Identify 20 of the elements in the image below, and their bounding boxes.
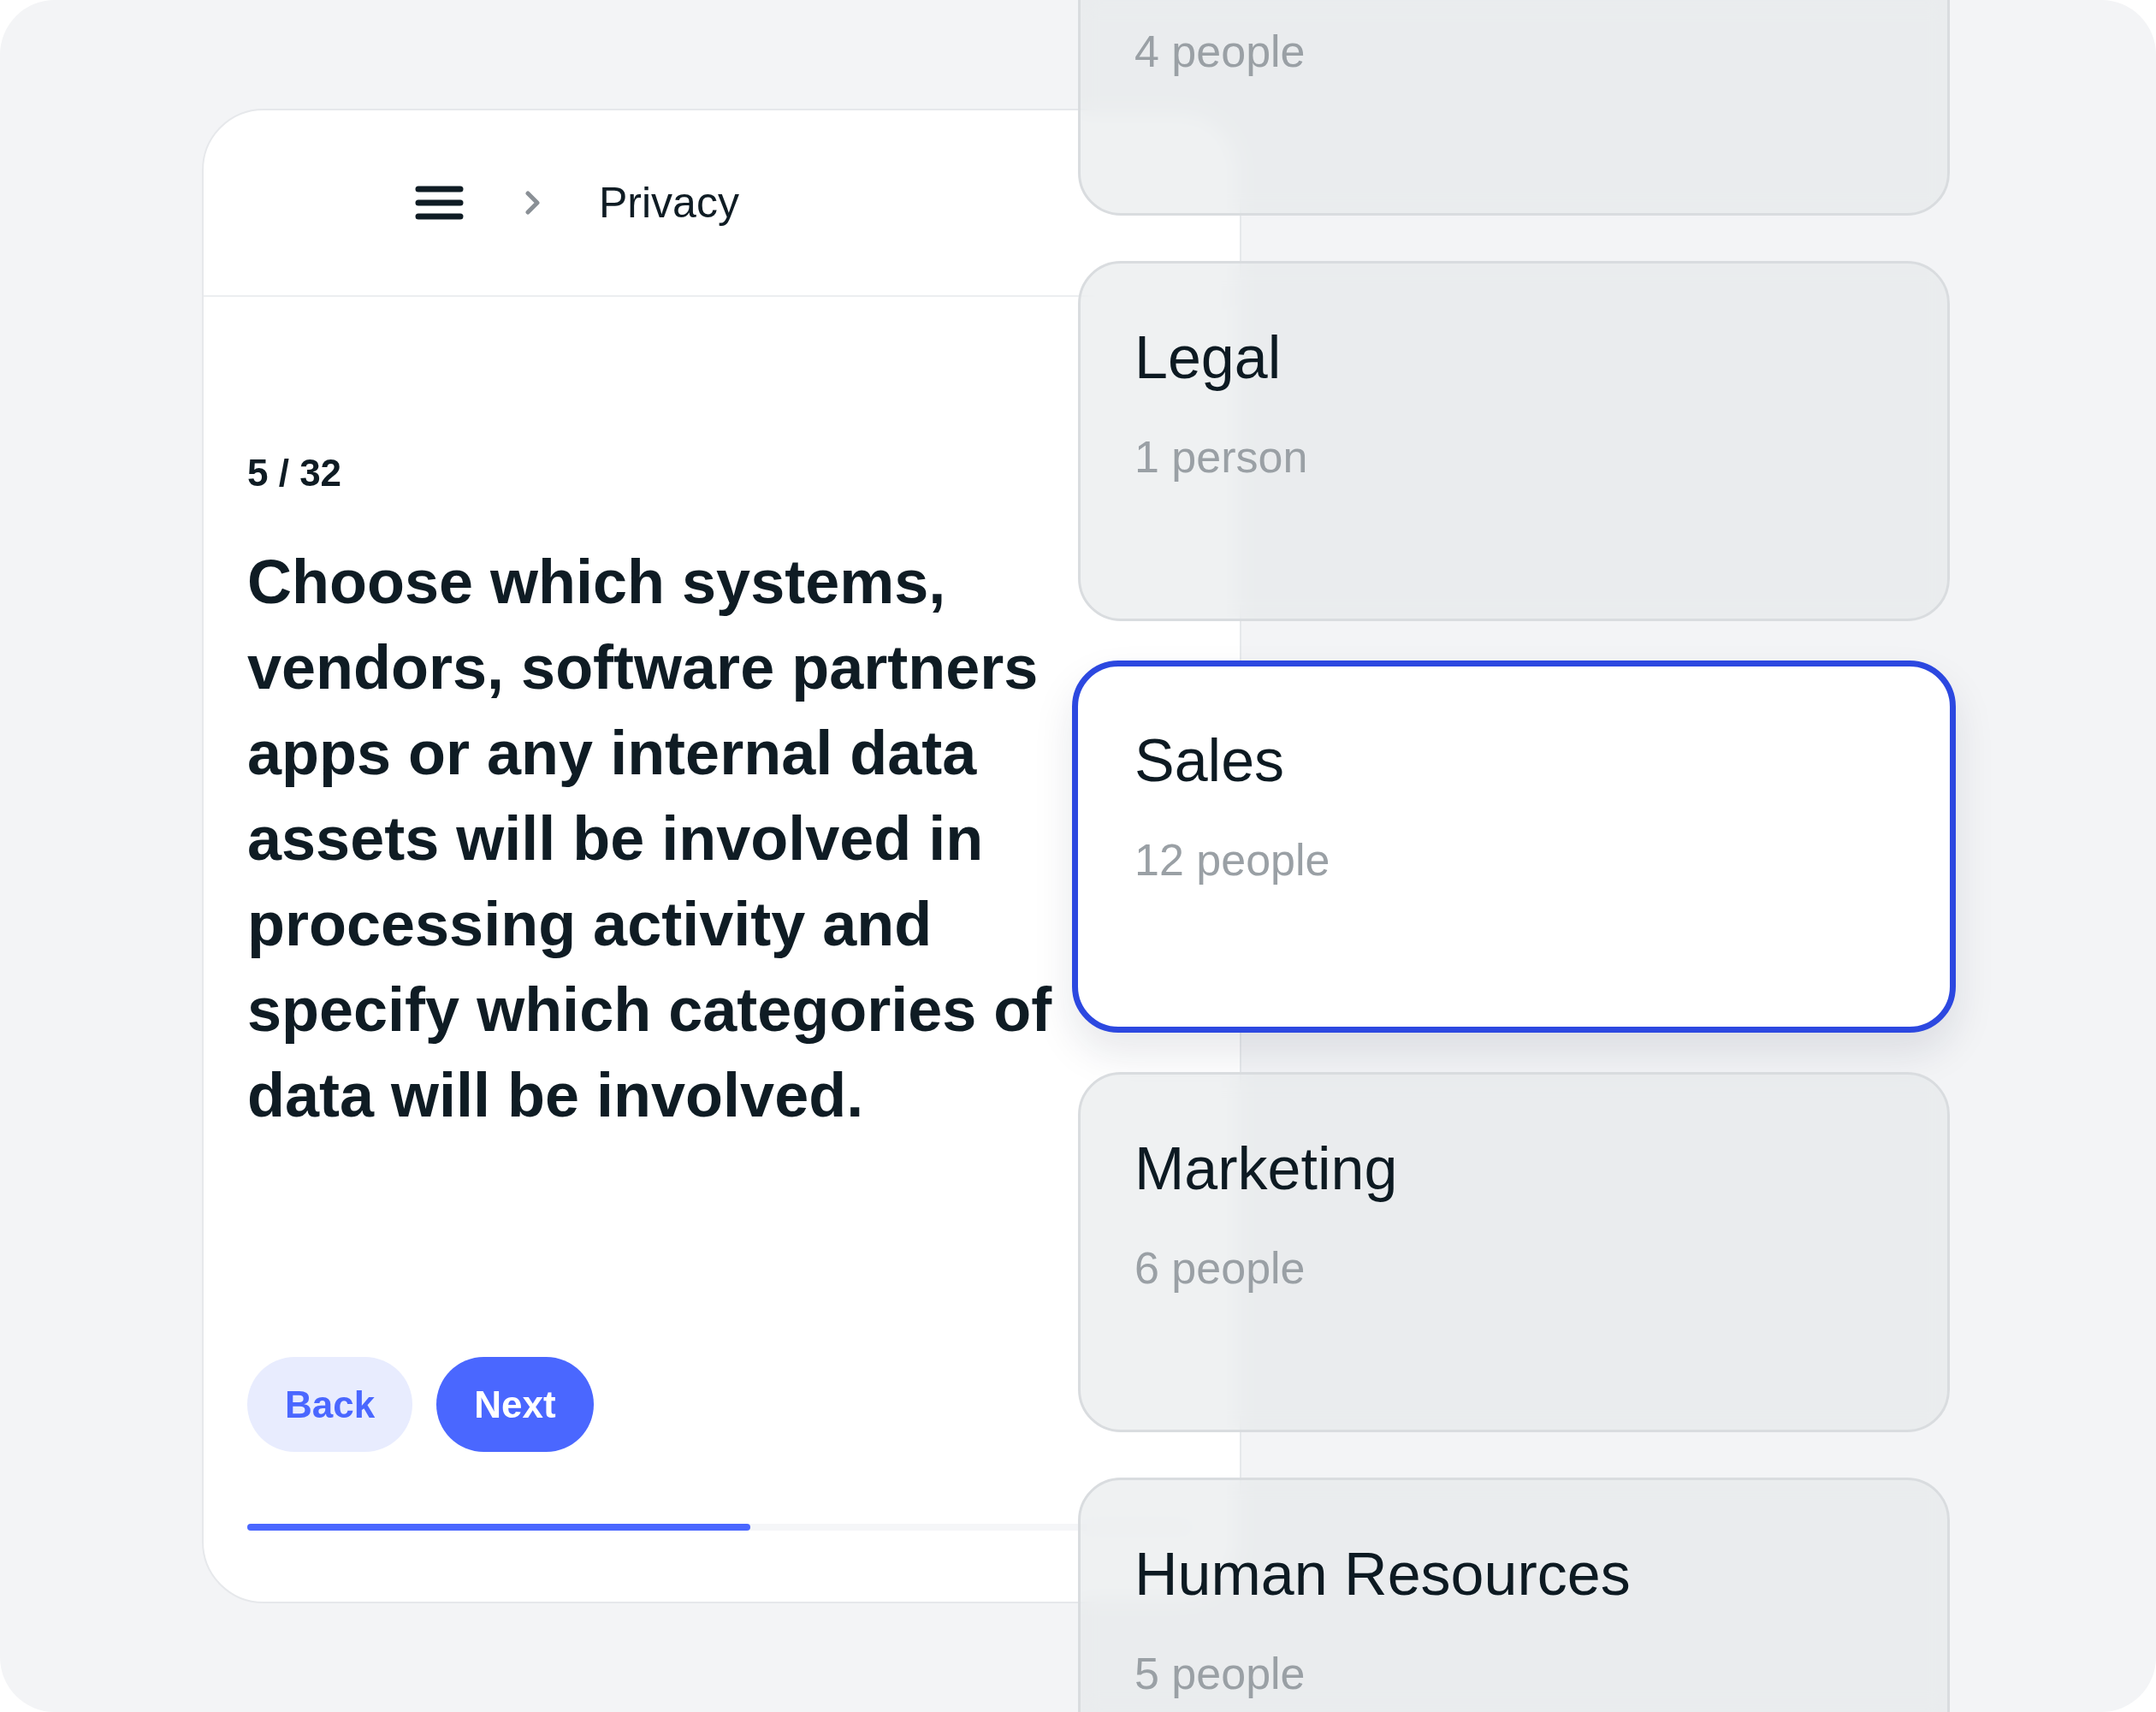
member-count: 4 people [1134,26,1306,77]
chevron-right-icon [525,191,541,215]
department-name: Sales [1134,726,1285,795]
next-button[interactable]: Next [436,1357,594,1452]
department-name: Legal [1134,323,1282,392]
member-count: 6 people [1134,1242,1306,1294]
member-count: 12 people [1134,834,1330,886]
member-count: 5 people [1134,1648,1306,1699]
back-button[interactable]: Back [247,1357,413,1452]
question-text: Choose which systems, vendors, software partners apps or any internal data assets will be involved in processing activity and specify which categories of data will be involved. [247,547,1053,1131]
department-card[interactable]: Marketing 6 people [1078,1072,1950,1432]
member-count: 1 person [1134,431,1308,483]
department-name: Marketing [1134,1134,1398,1203]
department-card[interactable]: Human Resources 5 people [1078,1478,1950,1712]
department-card[interactable]: Legal 1 person [1078,261,1950,621]
question-counter: 5 / 32 [247,451,342,495]
breadcrumb-label: Privacy [599,178,739,228]
menu-icon[interactable] [415,186,464,220]
department-card[interactable]: Sales 12 people [1072,661,1956,1033]
department-name: Human Resources [1134,1540,1631,1608]
